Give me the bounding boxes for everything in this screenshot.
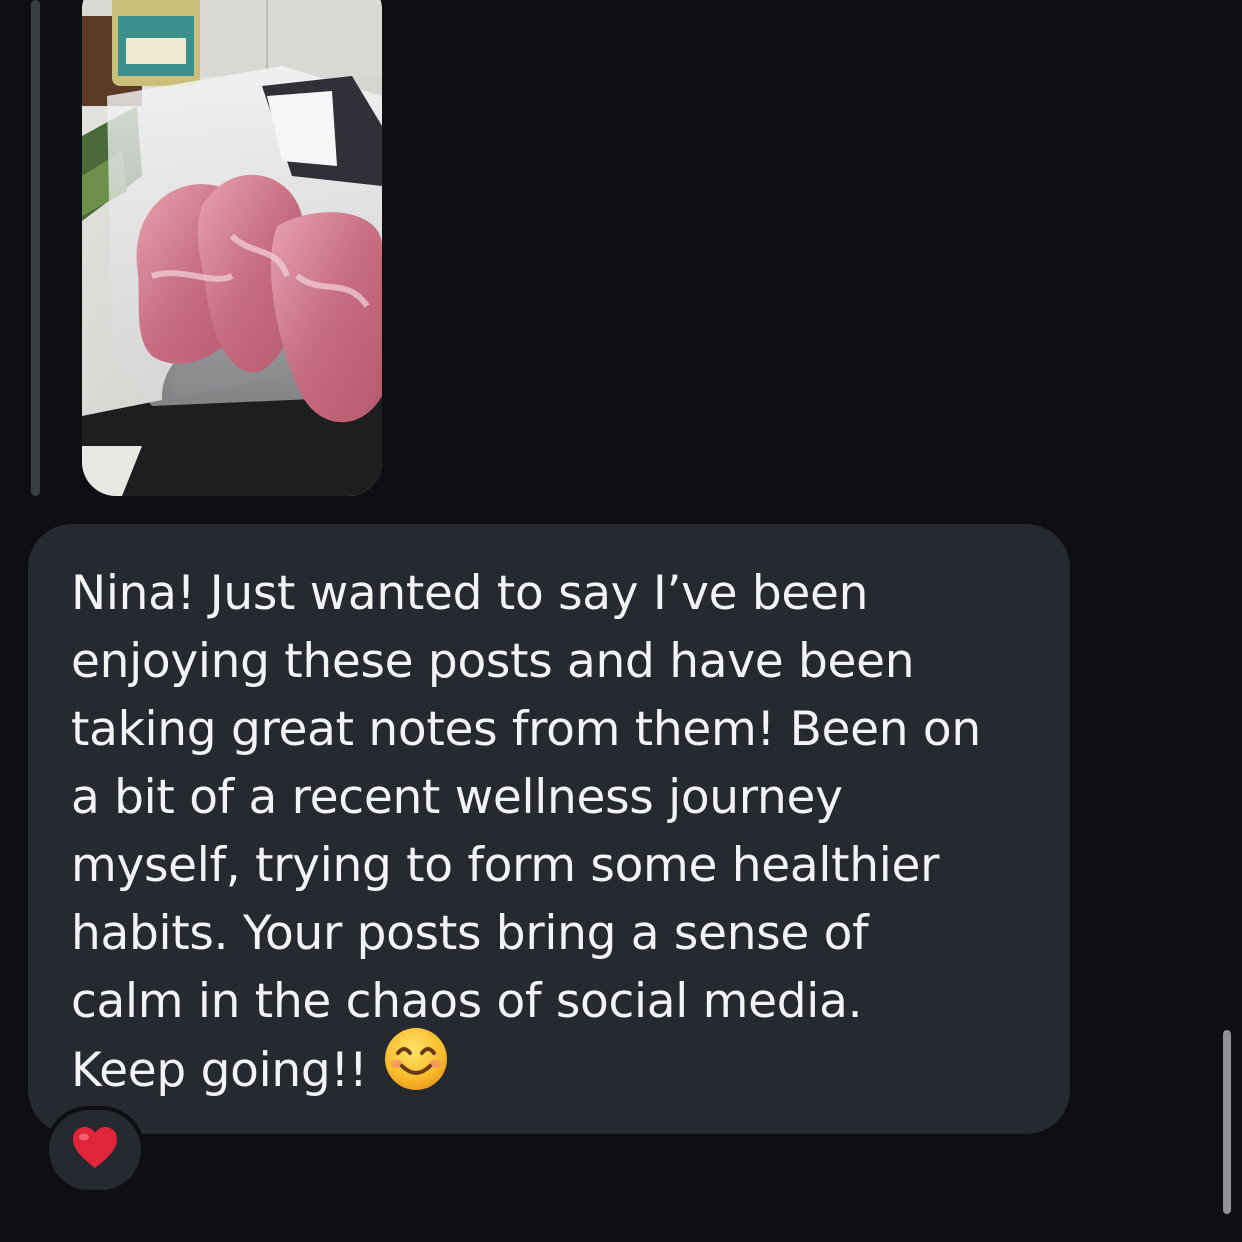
reaction-badge[interactable]	[45, 1106, 145, 1194]
message-line: habits. Your posts bring a sense of	[71, 906, 869, 961]
shared-photo[interactable]	[82, 0, 382, 496]
message-line: myself, trying to form some healthier	[71, 838, 940, 893]
scrollbar[interactable]	[1223, 1030, 1231, 1214]
photo-meat-in-bags	[82, 0, 382, 496]
message-line: Keep going!!	[71, 1043, 368, 1098]
message-line: enjoying these posts and have been	[71, 634, 915, 689]
red-heart-icon	[71, 1126, 119, 1175]
reply-indicator-bar	[31, 0, 40, 496]
message-line: Nina! Just wanted to say I’ve been	[71, 566, 869, 621]
message-text: Nina! Just wanted to say I’ve been enjoy…	[71, 560, 1051, 1111]
message-last-line: Keep going!!	[71, 1028, 1051, 1111]
smiling-face-emoji-icon	[383, 1026, 449, 1111]
message-line: taking great notes from them! Been on	[71, 702, 981, 757]
message-line: calm in the chaos of social media.	[71, 974, 863, 1029]
message-line: a bit of a recent wellness journey	[71, 770, 843, 825]
dm-thread: Nina! Just wanted to say I’ve been enjoy…	[0, 0, 1242, 1242]
